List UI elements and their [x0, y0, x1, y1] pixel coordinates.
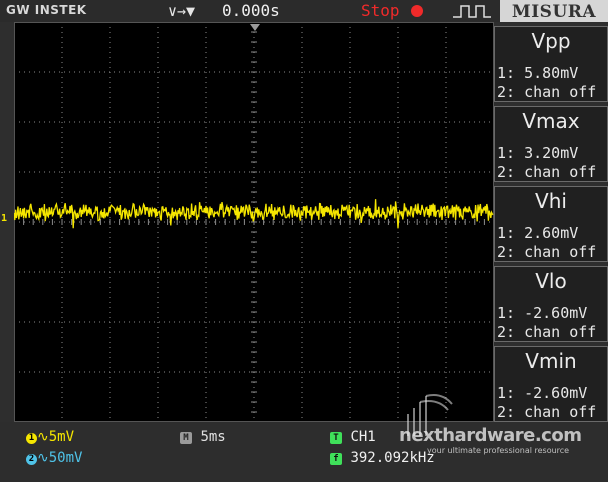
time-offset-readout: 0.000s	[222, 1, 280, 20]
measurement-panel-vpp[interactable]: Vpp 1: 5.80mV 2: chan off	[494, 26, 608, 102]
timebase-badge-icon: M	[180, 432, 192, 444]
ch1-scale[interactable]: 1 ∿5mV	[26, 429, 74, 445]
frequency-readout: f 392.092kHz	[330, 450, 435, 466]
run-stop-status[interactable]: Stop	[361, 1, 400, 20]
measurement-name: Vmax	[522, 109, 580, 133]
ch2-badge-icon: 2	[26, 454, 37, 465]
timebase-readout[interactable]: M 5ms	[180, 429, 226, 445]
measurement-ch1-value: 1: 3.20mV	[497, 144, 579, 162]
trigger-source-readout[interactable]: T CH1	[330, 429, 376, 445]
measurement-panel-vlo[interactable]: Vlo 1: -2.60mV 2: chan off	[494, 266, 608, 342]
trigger-badge-icon: T	[330, 432, 342, 444]
measurement-panel-vmax[interactable]: Vmax 1: 3.20mV 2: chan off	[494, 106, 608, 182]
trigger-mode-indicator: ∨→▼	[168, 2, 196, 20]
measurement-name: Vhi	[535, 189, 567, 213]
stop-indicator-icon	[411, 5, 423, 17]
ch1-trace	[14, 199, 494, 229]
measurement-ch2-value: 2: chan off	[497, 403, 597, 421]
top-status-bar: GW INSTEK ∨→▼ 0.000s Stop MISURA	[0, 0, 608, 22]
measurement-ch1-value: 1: -2.60mV	[497, 384, 588, 402]
measurement-name: Vlo	[535, 269, 567, 293]
measurement-panel-vmin[interactable]: Vmin 1: -2.60mV 2: chan off	[494, 346, 608, 422]
brand-label: GW INSTEK	[6, 3, 87, 17]
waveform-display[interactable]	[14, 22, 494, 422]
measurement-ch1-value: 1: 2.60mV	[497, 224, 579, 242]
measurement-ch1-value: 1: -2.60mV	[497, 304, 588, 322]
measurement-ch2-value: 2: chan off	[497, 243, 597, 261]
trigger-edge-icon	[453, 5, 491, 18]
misura-banner: MISURA	[500, 0, 608, 22]
ch1-ground-marker[interactable]: 1	[1, 213, 7, 224]
ch1-waveform	[14, 199, 494, 229]
measurement-ch2-value: 2: chan off	[497, 163, 597, 181]
watermark-site: nexthardware.com	[399, 425, 582, 446]
watermark-tagline: your ultimate professional resource	[427, 446, 570, 455]
measurement-ch1-value: 1: 5.80mV	[497, 64, 579, 82]
frequency-badge-icon: f	[330, 453, 342, 465]
measurement-name: Vmin	[525, 349, 577, 373]
ch1-badge-icon: 1	[26, 433, 37, 444]
ch2-scale[interactable]: 2 ∿50mV	[26, 450, 82, 466]
trigger-position-marker-icon	[250, 24, 260, 31]
measurement-ch2-value: 2: chan off	[497, 323, 597, 341]
measurement-name: Vpp	[531, 29, 571, 53]
measurement-panel-vhi[interactable]: Vhi 1: 2.60mV 2: chan off	[494, 186, 608, 262]
measurement-ch2-value: 2: chan off	[497, 83, 597, 101]
